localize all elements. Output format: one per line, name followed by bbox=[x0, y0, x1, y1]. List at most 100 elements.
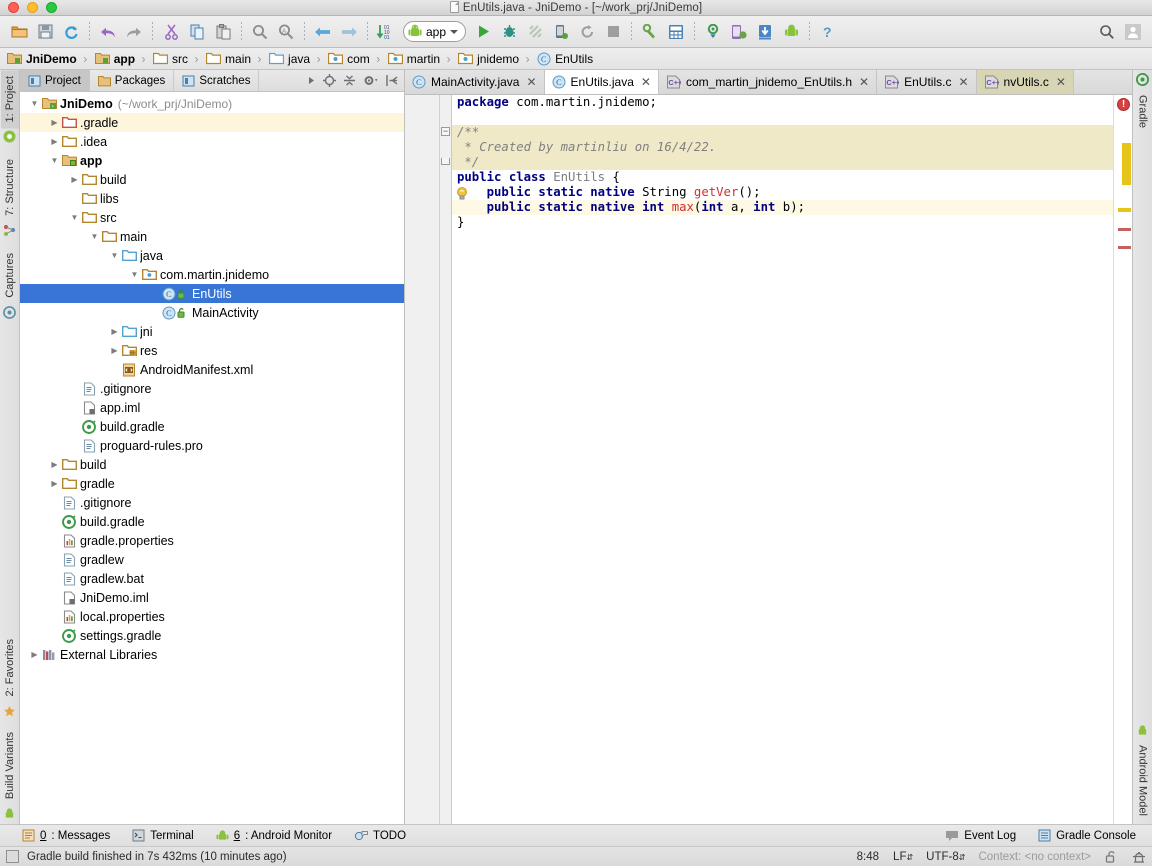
close-tab-icon[interactable]: ✕ bbox=[641, 75, 651, 89]
code-editor[interactable]: package com.martin.jnidemo; /** * Create… bbox=[452, 95, 1113, 824]
bottom-item-gradle-console[interactable]: Gradle Console bbox=[1038, 829, 1136, 842]
avd-manager-icon[interactable] bbox=[663, 19, 689, 45]
fold-marker-end[interactable] bbox=[441, 158, 450, 165]
account-icon[interactable] bbox=[1120, 19, 1146, 45]
marker-stripe[interactable] bbox=[1118, 246, 1131, 249]
sync-icon[interactable] bbox=[58, 19, 84, 45]
sidebar-item-favorites[interactable]: 2: Favorites bbox=[1, 633, 19, 702]
close-tab-icon[interactable]: ✕ bbox=[859, 75, 869, 89]
sidebar-item-gradle[interactable]: Gradle bbox=[1134, 89, 1152, 134]
back-icon[interactable] bbox=[310, 19, 336, 45]
run-icon[interactable] bbox=[470, 19, 496, 45]
sidebar-item-build-variants[interactable]: Build Variants bbox=[1, 726, 19, 805]
tree-twisty-expanded[interactable]: ▼ bbox=[88, 232, 101, 241]
tree-node[interactable]: local.properties bbox=[20, 607, 404, 626]
code-line[interactable]: */ bbox=[452, 155, 1113, 170]
save-all-icon[interactable] bbox=[32, 19, 58, 45]
breadcrumb-item-enutils[interactable]: C EnUtils bbox=[534, 52, 595, 66]
fold-marker-open[interactable]: − bbox=[441, 127, 450, 136]
expand-arrow-icon[interactable] bbox=[308, 76, 316, 85]
tree-node[interactable]: ▶ build bbox=[20, 170, 404, 189]
tree-twisty-collapsed[interactable]: ▶ bbox=[108, 346, 121, 355]
tree-node[interactable]: C MainActivity bbox=[20, 303, 404, 322]
editor-gutter[interactable] bbox=[405, 95, 440, 824]
code-line[interactable]: package com.martin.jnidemo; bbox=[452, 95, 1113, 110]
tree-node[interactable]: ▼ JniDemo (~/work_prj/JniDemo) bbox=[20, 94, 404, 113]
find-replace-icon[interactable]: A bbox=[273, 19, 299, 45]
caret-position[interactable]: 8:48 bbox=[857, 851, 879, 863]
sync-gradle-icon[interactable] bbox=[700, 19, 726, 45]
bottom-item-android-monitor[interactable]: 6: Android Monitor bbox=[216, 829, 332, 842]
collapse-all-icon[interactable] bbox=[343, 74, 356, 87]
tab-packages[interactable]: Packages bbox=[90, 70, 175, 91]
breadcrumb-item-app[interactable]: app bbox=[92, 52, 137, 66]
editor-marker-bar[interactable]: ! bbox=[1113, 95, 1132, 824]
tree-node[interactable]: ▼ app bbox=[20, 151, 404, 170]
sidebar-item-android-model[interactable]: Android Model bbox=[1134, 739, 1152, 824]
editor-tab-bar[interactable]: C MainActivity.java ✕ C EnUtils.java ✕ C++ com_… bbox=[405, 70, 1132, 95]
locate-icon[interactable] bbox=[323, 74, 336, 87]
breadcrumb-item-com[interactable]: com bbox=[325, 52, 372, 66]
code-line[interactable]: } bbox=[452, 215, 1113, 230]
tree-node[interactable]: AndroidManifest.xml bbox=[20, 360, 404, 379]
tree-node[interactable]: gradlew.bat bbox=[20, 569, 404, 588]
tree-node[interactable]: ▼ main bbox=[20, 227, 404, 246]
tree-node[interactable]: gradlew bbox=[20, 550, 404, 569]
stop-icon[interactable] bbox=[600, 19, 626, 45]
breadcrumb-item-jnidemo[interactable]: JniDemo bbox=[4, 52, 79, 66]
chevron-down-icon[interactable] bbox=[450, 29, 459, 34]
bottom-item-messages[interactable]: 0: Messages bbox=[22, 829, 110, 842]
tree-twisty-expanded[interactable]: ▼ bbox=[28, 99, 41, 108]
sidebar-item-project[interactable]: 1: Project bbox=[0, 70, 19, 129]
bottom-item-todo[interactable]: TODO bbox=[354, 829, 406, 842]
search-everywhere-icon[interactable] bbox=[1094, 19, 1120, 45]
editor-tab[interactable]: C++ nvUtils.c ✕ bbox=[976, 70, 1074, 94]
code-line[interactable]: public static native int max(int a, int … bbox=[452, 200, 1113, 215]
sidebar-item-structure[interactable]: 7: Structure bbox=[1, 153, 19, 222]
tree-node[interactable]: build.gradle bbox=[20, 512, 404, 531]
code-line[interactable]: /** bbox=[452, 125, 1113, 140]
device-monitor-icon[interactable] bbox=[726, 19, 752, 45]
code-line[interactable]: public static native String getVer(); bbox=[452, 185, 1113, 200]
tree-node[interactable]: ▶ jni bbox=[20, 322, 404, 341]
tree-node[interactable]: JniDemo.iml bbox=[20, 588, 404, 607]
tree-twisty-collapsed[interactable]: ▶ bbox=[48, 460, 61, 469]
marker-stripe[interactable] bbox=[1118, 228, 1131, 231]
editor-tab[interactable]: C++ EnUtils.c ✕ bbox=[877, 70, 977, 94]
redo-icon[interactable] bbox=[121, 19, 147, 45]
encoding-widget[interactable]: UTF-8⇵ bbox=[926, 851, 965, 863]
project-tree[interactable]: ▼ JniDemo (~/work_prj/JniDemo) ▶ .gradle ▶ .id… bbox=[20, 92, 404, 824]
context-widget[interactable]: Context: <no context> bbox=[978, 851, 1091, 863]
tree-node[interactable]: ▶ External Libraries bbox=[20, 645, 404, 664]
tree-node[interactable]: ▶ res bbox=[20, 341, 404, 360]
tree-node[interactable]: settings.gradle bbox=[20, 626, 404, 645]
tree-twisty-collapsed[interactable]: ▶ bbox=[28, 650, 41, 659]
tree-node[interactable]: gradle.properties bbox=[20, 531, 404, 550]
tab-scratches[interactable]: Scratches bbox=[174, 70, 260, 91]
bottom-item-terminal[interactable]: Terminal bbox=[132, 829, 194, 842]
sdk-manager-icon[interactable] bbox=[637, 19, 663, 45]
sidebar-item-captures[interactable]: Captures bbox=[1, 247, 19, 304]
breadcrumb-item-java[interactable]: java bbox=[266, 52, 312, 66]
tree-twisty-expanded[interactable]: ▼ bbox=[108, 251, 121, 260]
marker-stripe[interactable] bbox=[1118, 208, 1131, 212]
sort-icon[interactable]: 01 10 01 bbox=[373, 19, 399, 45]
tree-twisty-collapsed[interactable]: ▶ bbox=[48, 479, 61, 488]
tree-twisty-expanded[interactable]: ▼ bbox=[48, 156, 61, 165]
tree-node[interactable]: ▶ gradle bbox=[20, 474, 404, 493]
intention-bulb-icon[interactable] bbox=[456, 187, 468, 201]
code-folding-column[interactable]: − bbox=[440, 95, 452, 824]
tree-node[interactable]: C EnUtils bbox=[20, 284, 404, 303]
run-configuration-selector[interactable]: app bbox=[403, 21, 467, 42]
tab-project[interactable]: Project bbox=[20, 70, 90, 91]
bottom-item-event-log[interactable]: Event Log bbox=[945, 829, 1016, 842]
breadcrumb-item-martin[interactable]: martin bbox=[385, 52, 442, 66]
tree-node[interactable]: ▼ java bbox=[20, 246, 404, 265]
paste-icon[interactable] bbox=[210, 19, 236, 45]
settings-gear-icon[interactable] bbox=[363, 74, 379, 87]
close-tab-icon[interactable]: ✕ bbox=[1056, 75, 1066, 89]
undo-icon[interactable] bbox=[95, 19, 121, 45]
unlocked-icon[interactable] bbox=[1105, 850, 1118, 864]
tree-node[interactable]: build.gradle bbox=[20, 417, 404, 436]
tree-twisty-collapsed[interactable]: ▶ bbox=[48, 137, 61, 146]
